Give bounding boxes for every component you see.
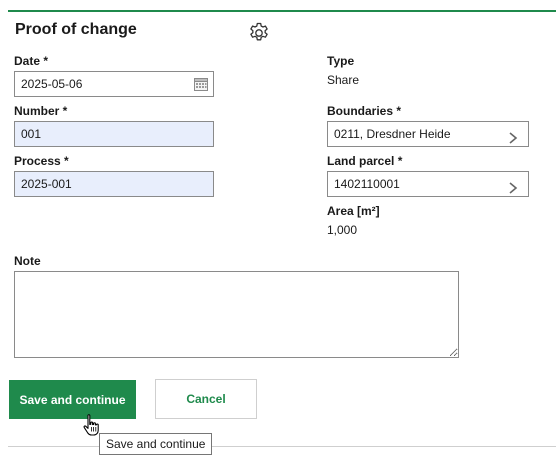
chevron-right-icon[interactable]	[508, 128, 518, 144]
page-title: Proof of change	[15, 21, 137, 38]
process-label: Process *	[14, 154, 69, 168]
land-parcel-value: 1402110001	[334, 177, 400, 191]
tooltip: Save and continue	[99, 433, 213, 455]
area-value: 1,000	[327, 223, 358, 237]
boundaries-value: 0211, Dresdner Heide	[334, 127, 451, 141]
boundaries-label: Boundaries *	[327, 104, 402, 118]
header-divider	[8, 10, 556, 12]
area-label: Area [m²]	[327, 204, 380, 218]
cancel-button[interactable]: Cancel	[155, 379, 257, 419]
date-field[interactable]: 2025-05-06	[14, 71, 214, 97]
number-label: Number *	[14, 104, 68, 118]
type-value: Share	[327, 73, 360, 87]
type-label: Type	[327, 54, 355, 68]
gear-icon[interactable]	[247, 21, 271, 45]
number-field[interactable]: 001	[14, 121, 214, 147]
process-value: 2025-001	[21, 177, 72, 191]
note-textarea[interactable]	[14, 271, 459, 358]
date-label: Date *	[14, 54, 49, 68]
land-parcel-label: Land parcel *	[327, 154, 403, 168]
save-and-continue-button[interactable]: Save and continue	[9, 380, 136, 419]
chevron-right-icon[interactable]	[508, 178, 518, 194]
number-value: 001	[21, 127, 42, 141]
date-value: 2025-05-06	[21, 77, 83, 91]
footer-divider	[8, 446, 556, 447]
boundaries-selector[interactable]: 0211, Dresdner Heide	[327, 121, 529, 147]
calendar-icon[interactable]	[193, 76, 209, 92]
process-field[interactable]: 2025-001	[14, 171, 214, 197]
note-label: Note	[14, 254, 41, 268]
land-parcel-selector[interactable]: 1402110001	[327, 171, 529, 197]
hand-pointer-icon	[82, 413, 102, 439]
